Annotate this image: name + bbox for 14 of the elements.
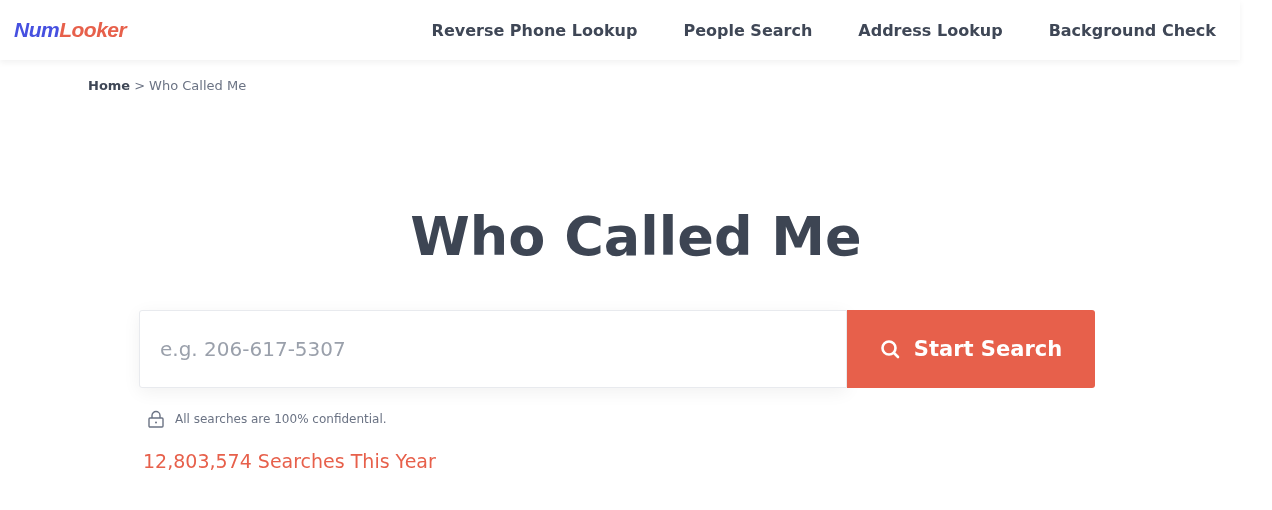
phone-input-field[interactable]: e.g. 206-617-5307 (139, 310, 847, 388)
nav-link[interactable]: Address Lookup (858, 20, 1003, 40)
nav-link[interactable]: People Search (683, 20, 813, 40)
lock-icon (147, 410, 165, 428)
confidential-note: All searches are 100% confidential. (175, 412, 387, 426)
breadcrumb-current: Who Called Me (149, 78, 247, 93)
nav-link[interactable]: Background Check (1048, 20, 1216, 40)
page-title: Who Called Me (409, 205, 863, 268)
search-icon (879, 339, 900, 359)
search-counter: 12,803,574 Searches This Year (143, 450, 437, 472)
breadcrumb-link[interactable]: Home (88, 78, 131, 93)
breadcrumb-separator: > (134, 78, 146, 93)
logo[interactable]: NumLooker (14, 18, 127, 42)
nav-link[interactable]: Reverse Phone Lookup (431, 20, 638, 40)
